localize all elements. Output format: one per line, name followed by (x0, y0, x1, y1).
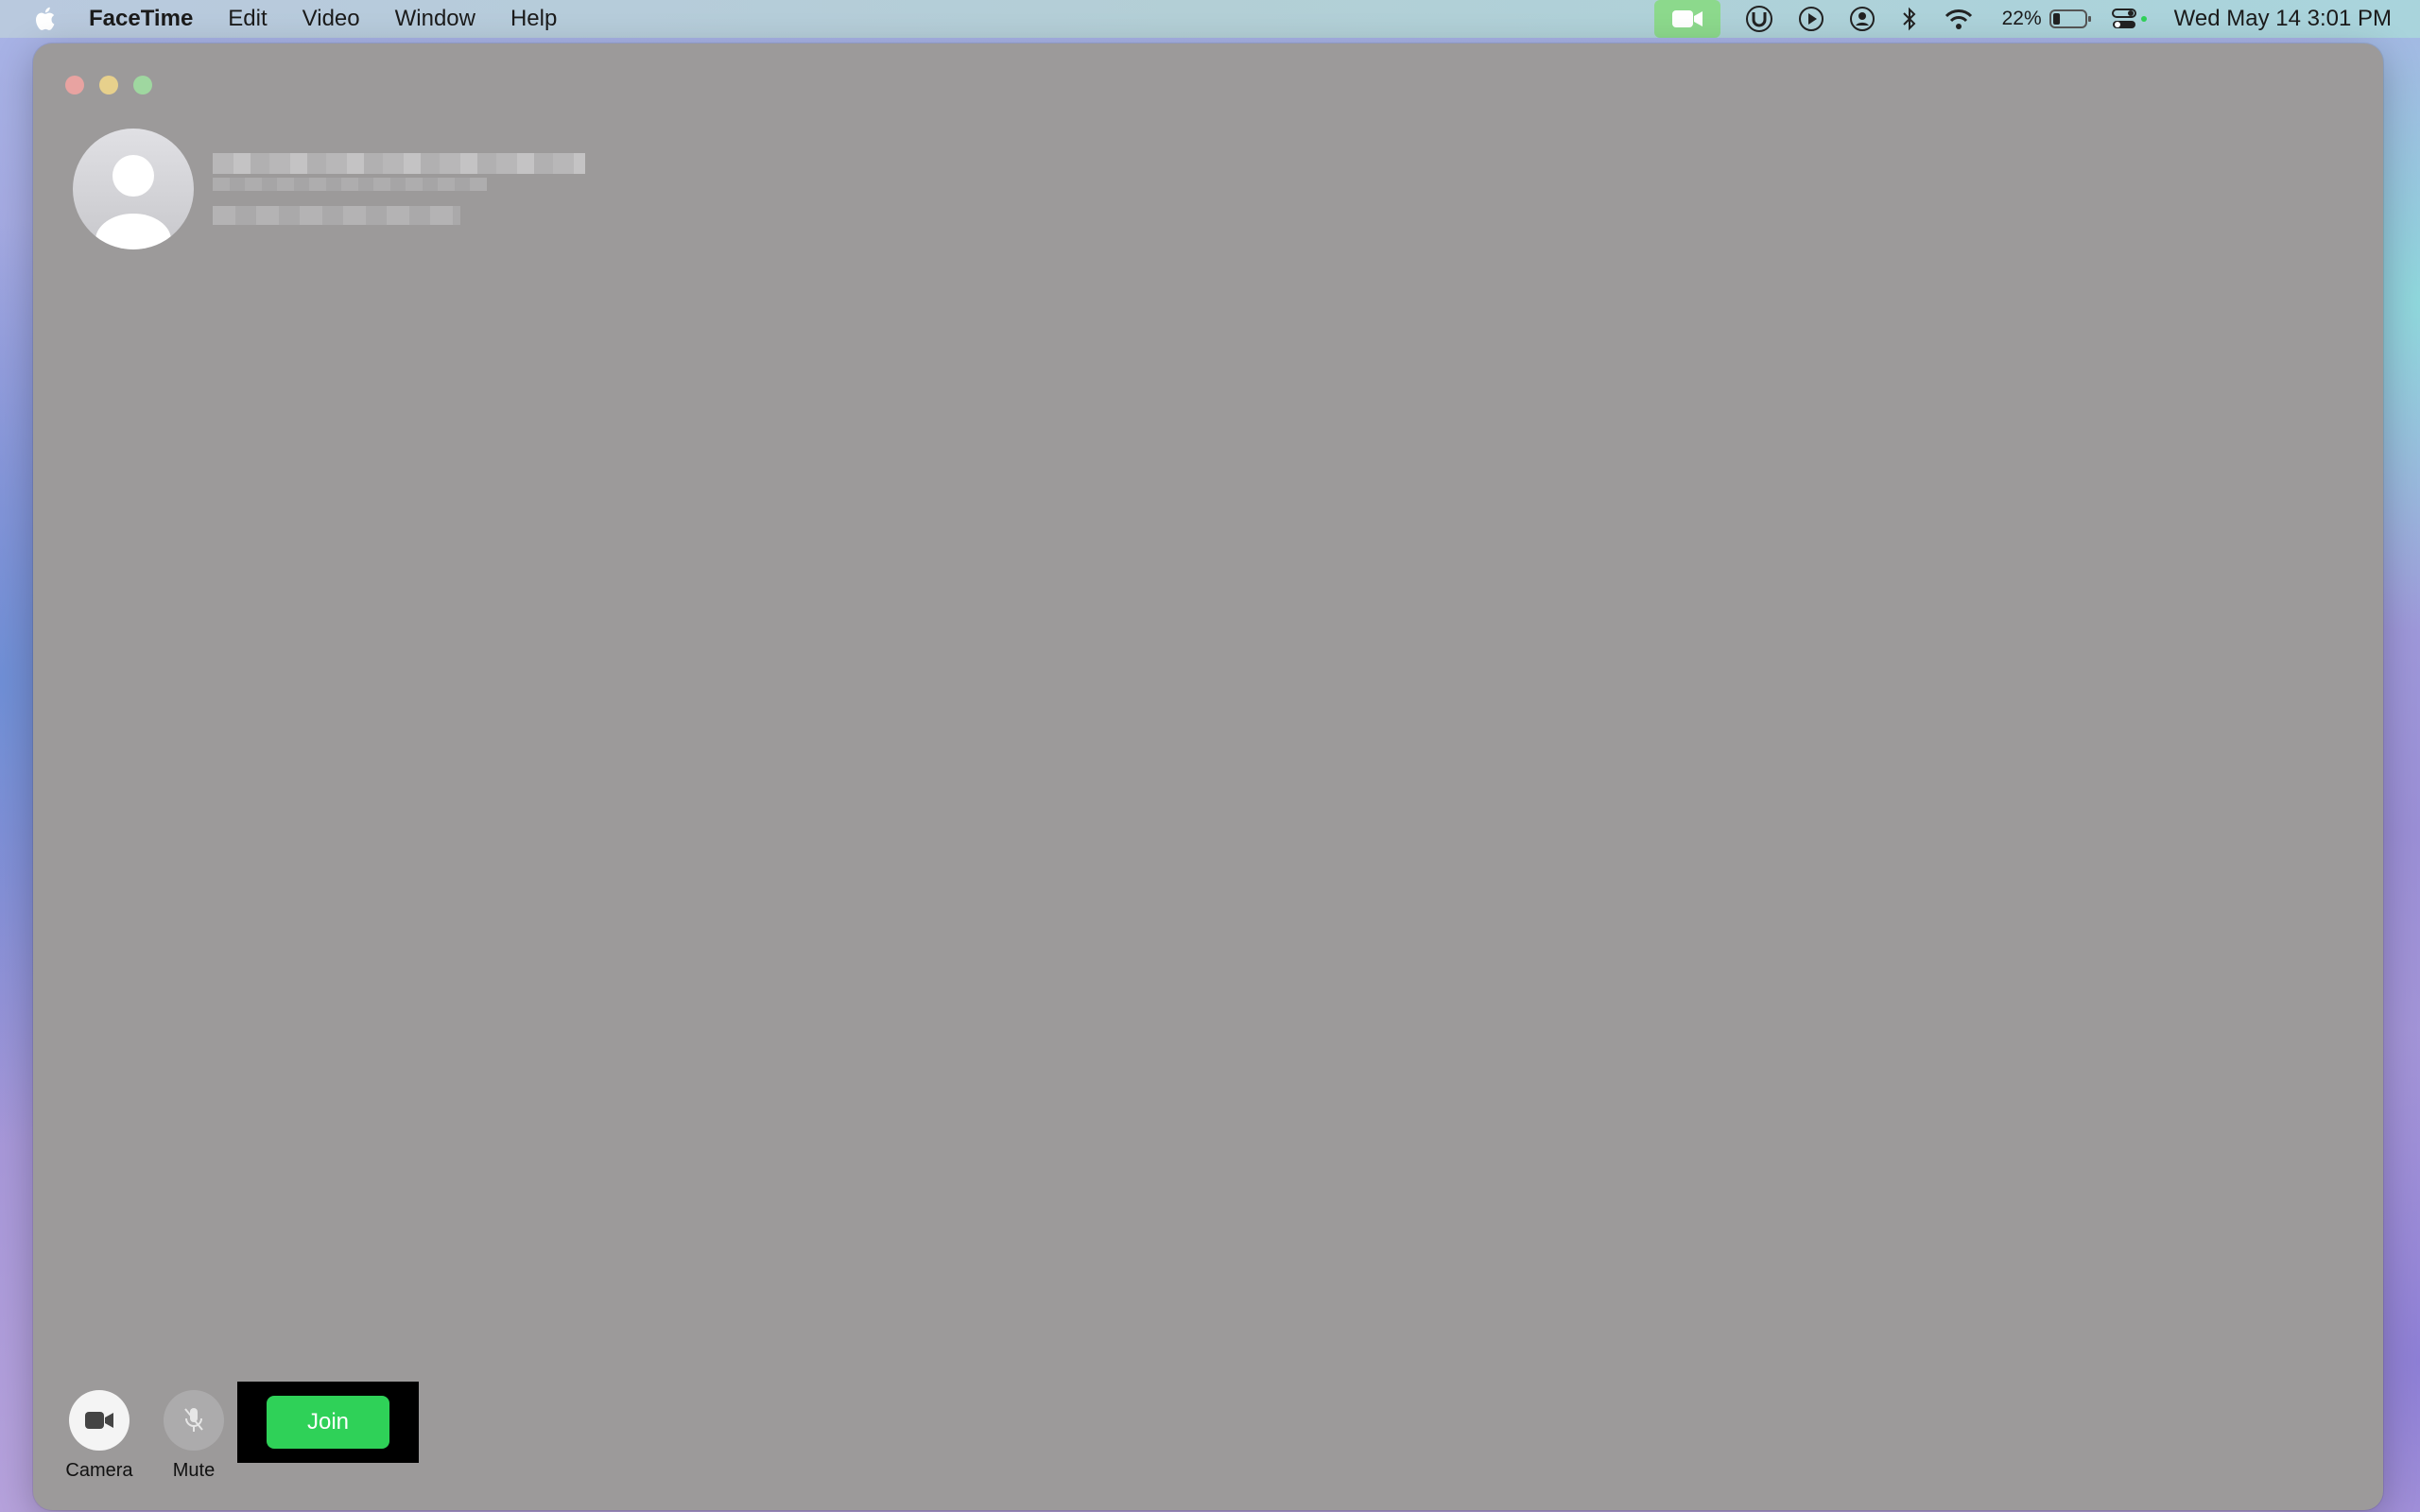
utorrent-icon[interactable] (1745, 0, 1773, 38)
battery-percent: 22% (2001, 8, 2042, 29)
menu-window[interactable]: Window (395, 6, 475, 32)
user-circle-icon[interactable] (1849, 0, 1876, 38)
facetime-window: ████████████ ████████ Camera Mute Join (33, 43, 2383, 1510)
contact-header: ████████████ ████████ (73, 129, 585, 249)
mute-button[interactable] (164, 1390, 224, 1451)
call-controls: Camera Mute Join (61, 1382, 419, 1482)
person-icon (95, 155, 171, 249)
avatar (73, 129, 194, 249)
close-button[interactable] (65, 76, 84, 94)
menubar-clock[interactable]: Wed May 14 3:01 PM (2174, 6, 2392, 32)
play-circle-icon[interactable] (1798, 0, 1824, 38)
window-controls (65, 76, 152, 94)
menu-app-name[interactable]: FaceTime (89, 6, 193, 32)
control-center-icon[interactable] (2111, 0, 2150, 38)
mute-control: Mute (156, 1390, 232, 1482)
facetime-camera-icon[interactable] (1653, 0, 1720, 38)
video-camera-icon (85, 1412, 113, 1429)
menu-video[interactable]: Video (302, 6, 360, 32)
join-button-highlight: Join (237, 1382, 419, 1463)
bluetooth-icon[interactable] (1900, 0, 1919, 38)
camera-control: Camera (61, 1390, 137, 1482)
menu-edit[interactable]: Edit (228, 6, 267, 32)
contact-subtitle: ████████ (213, 206, 460, 225)
microphone-slash-icon (184, 1408, 203, 1432)
camera-button[interactable] (69, 1390, 130, 1451)
zoom-button[interactable] (133, 76, 152, 94)
apple-icon[interactable] (32, 5, 60, 33)
wifi-icon[interactable] (1944, 0, 1974, 38)
join-button[interactable]: Join (267, 1396, 389, 1449)
mute-label: Mute (172, 1460, 216, 1481)
battery-icon[interactable] (2048, 0, 2093, 38)
contact-name: ████████████ (213, 153, 585, 174)
menu-bar: FaceTime Edit Video Window Help 22% Wed … (0, 0, 2420, 38)
menu-help[interactable]: Help (510, 6, 557, 32)
camera-label: Camera (65, 1460, 133, 1481)
contact-name-pixelation (213, 178, 487, 191)
minimize-button[interactable] (99, 76, 118, 94)
